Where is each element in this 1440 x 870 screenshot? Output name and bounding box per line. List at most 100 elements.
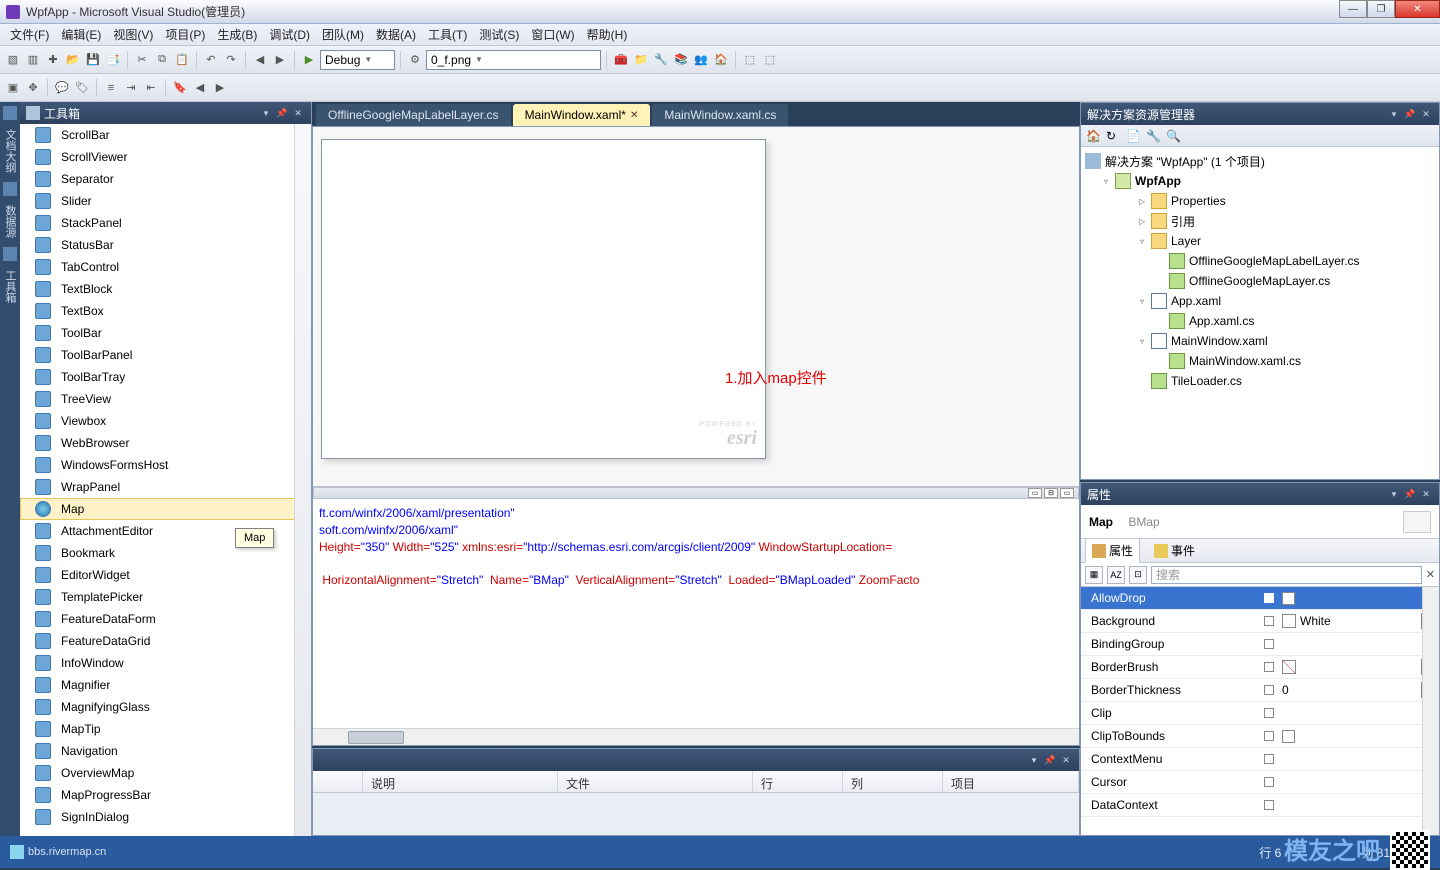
tree-node[interactable]: OfflineGoogleMapLabelLayer.cs	[1081, 251, 1439, 271]
toolbox-item[interactable]: EditorWidget	[20, 564, 311, 586]
move-icon[interactable]: ✥	[24, 79, 42, 97]
doc-tab-3[interactable]: MainWindow.xaml.cs	[652, 104, 788, 126]
toolbox-item[interactable]: MapProgressBar	[20, 784, 311, 806]
doc-tab-1[interactable]: OfflineGoogleMapLabelLayer.cs	[316, 104, 511, 126]
tree-node[interactable]: TileLoader.cs	[1081, 371, 1439, 391]
property-row[interactable]: DataContext	[1081, 794, 1439, 817]
toolbox-item[interactable]: WindowsFormsHost	[20, 454, 311, 476]
config-dropdown[interactable]: Debug▼	[320, 50, 395, 70]
toolbox-item[interactable]: ScrollBar	[20, 124, 311, 146]
toolbox-item[interactable]: SignInDialog	[20, 806, 311, 828]
split-design-icon[interactable]: ▭	[1028, 488, 1042, 498]
property-row[interactable]: ClipToBounds	[1081, 725, 1439, 748]
toolbox-item[interactable]: Slider	[20, 190, 311, 212]
doc-outline-icon[interactable]	[3, 106, 17, 120]
errlist-close-icon[interactable]: ✕	[1059, 753, 1073, 767]
alphabetical-icon[interactable]: AZ	[1107, 566, 1125, 584]
property-marker-icon[interactable]	[1264, 662, 1274, 672]
minimize-button[interactable]: —	[1339, 0, 1367, 18]
tree-node[interactable]: ▿MainWindow.xaml	[1081, 331, 1439, 351]
paste-icon[interactable]: 📋	[173, 51, 191, 69]
property-marker-icon[interactable]	[1264, 685, 1274, 695]
toolbox-item[interactable]: TextBox	[20, 300, 311, 322]
menu-view[interactable]: 视图(V)	[107, 24, 159, 45]
extension2-icon[interactable]: ⬚	[761, 51, 779, 69]
close-icon[interactable]: ✕	[630, 110, 638, 121]
toolbox-item[interactable]: Magnifier	[20, 674, 311, 696]
menu-tools[interactable]: 工具(T)	[422, 24, 473, 45]
property-row[interactable]: BorderBrush▼	[1081, 656, 1439, 679]
tree-node[interactable]: ▿App.xaml	[1081, 291, 1439, 311]
menu-window[interactable]: 窗口(W)	[525, 24, 580, 45]
undo-icon[interactable]: ↶	[202, 51, 220, 69]
toolbox-item[interactable]: Viewbox	[20, 410, 311, 432]
indent-decrease-icon[interactable]: ⇤	[142, 79, 160, 97]
toolbox-icon[interactable]: 🧰	[612, 51, 630, 69]
doc-tab-2[interactable]: MainWindow.xaml*✕	[513, 104, 651, 126]
toolbox-item[interactable]: OverviewMap	[20, 762, 311, 784]
object-browser-icon[interactable]: 📚	[672, 51, 690, 69]
props-dropdown-icon[interactable]: ▾	[1387, 487, 1401, 501]
tree-node[interactable]: ▿Layer	[1081, 231, 1439, 251]
indent-increase-icon[interactable]: ⇥	[122, 79, 140, 97]
start-debug-icon[interactable]: ▶	[300, 51, 318, 69]
new-item-icon[interactable]: ▥	[24, 51, 42, 69]
property-row[interactable]: Clip	[1081, 702, 1439, 725]
soln-close-icon[interactable]: ✕	[1419, 107, 1433, 121]
property-value[interactable]	[1278, 592, 1439, 605]
property-value[interactable]: 0▼	[1278, 682, 1439, 698]
menu-file[interactable]: 文件(F)	[4, 24, 55, 45]
project-node[interactable]: ▿ WpfApp	[1081, 171, 1439, 191]
toolbox-item[interactable]: WrapPanel	[20, 476, 311, 498]
toolbox-item[interactable]: ToolBarPanel	[20, 344, 311, 366]
toolbox-scrollbar[interactable]	[294, 124, 311, 836]
solution-root[interactable]: 解决方案 "WpfApp" (1 个项目)	[1081, 151, 1439, 171]
new-project-icon[interactable]: ▧	[4, 51, 22, 69]
toolbox-item[interactable]: Map	[20, 498, 311, 520]
property-marker-icon[interactable]	[1264, 616, 1274, 626]
toolbox-close-icon[interactable]: ✕	[291, 106, 305, 120]
errlist-dropdown-icon[interactable]: ▾	[1027, 753, 1041, 767]
xaml-designer[interactable]: POWERED BY esri 1.加入map控件 2.更改map控件的属性	[313, 127, 1079, 487]
extension-icon[interactable]: ⬚	[741, 51, 759, 69]
tree-node[interactable]: OfflineGoogleMapLayer.cs	[1081, 271, 1439, 291]
bookmark-icon[interactable]: 🔖	[171, 79, 189, 97]
save-icon[interactable]: 💾	[84, 51, 102, 69]
toolbox-item[interactable]: StatusBar	[20, 234, 311, 256]
property-row[interactable]: AllowDrop	[1081, 587, 1439, 610]
toolbox-pin-icon[interactable]: 📌	[275, 106, 289, 120]
toolbox-item[interactable]: TreeView	[20, 388, 311, 410]
properties-grid[interactable]: AllowDropBackgroundWhite▼BindingGroupBor…	[1081, 587, 1439, 835]
menu-test[interactable]: 测试(S)	[473, 24, 525, 45]
data-sources-icon[interactable]	[3, 182, 17, 196]
comment-icon[interactable]: 💬	[53, 79, 71, 97]
toolbox-item[interactable]: Separator	[20, 168, 311, 190]
categorized-icon[interactable]: ▦	[1085, 566, 1103, 584]
save-all-icon[interactable]: 📑	[104, 51, 122, 69]
toolbox-dropdown-icon[interactable]: ▾	[259, 106, 273, 120]
menu-build[interactable]: 生成(B)	[211, 24, 263, 45]
tab-data-sources[interactable]: 数据源	[0, 198, 21, 245]
property-value[interactable]: ▼	[1278, 659, 1439, 675]
toolbox-item[interactable]: ScrollViewer	[20, 146, 311, 168]
menu-project[interactable]: 项目(P)	[159, 24, 211, 45]
h-scrollbar[interactable]	[313, 728, 1079, 745]
toolbox-item[interactable]: InfoWindow	[20, 652, 311, 674]
props-pin-icon[interactable]: 📌	[1403, 487, 1417, 501]
soln-pin-icon[interactable]: 📌	[1403, 107, 1417, 121]
toolbox-item[interactable]: StackPanel	[20, 212, 311, 234]
col-project[interactable]: 项目	[943, 771, 1079, 792]
property-marker-icon[interactable]	[1264, 777, 1274, 787]
soln-dropdown-icon[interactable]: ▾	[1387, 107, 1401, 121]
soln-search-icon[interactable]: 🔍	[1165, 128, 1181, 144]
toolbox-item[interactable]: ToolBar	[20, 322, 311, 344]
property-row[interactable]: BindingGroup	[1081, 633, 1439, 656]
props-scrollbar[interactable]	[1422, 587, 1439, 835]
toolbox-item[interactable]: FeatureDataForm	[20, 608, 311, 630]
menu-debug[interactable]: 调试(D)	[263, 24, 316, 45]
toolbox-tab-icon[interactable]	[3, 247, 17, 261]
menu-edit[interactable]: 编辑(E)	[55, 24, 107, 45]
nav-back-icon[interactable]: ◀	[251, 51, 269, 69]
select-icon[interactable]: ▣	[4, 79, 22, 97]
property-row[interactable]: BackgroundWhite▼	[1081, 610, 1439, 633]
